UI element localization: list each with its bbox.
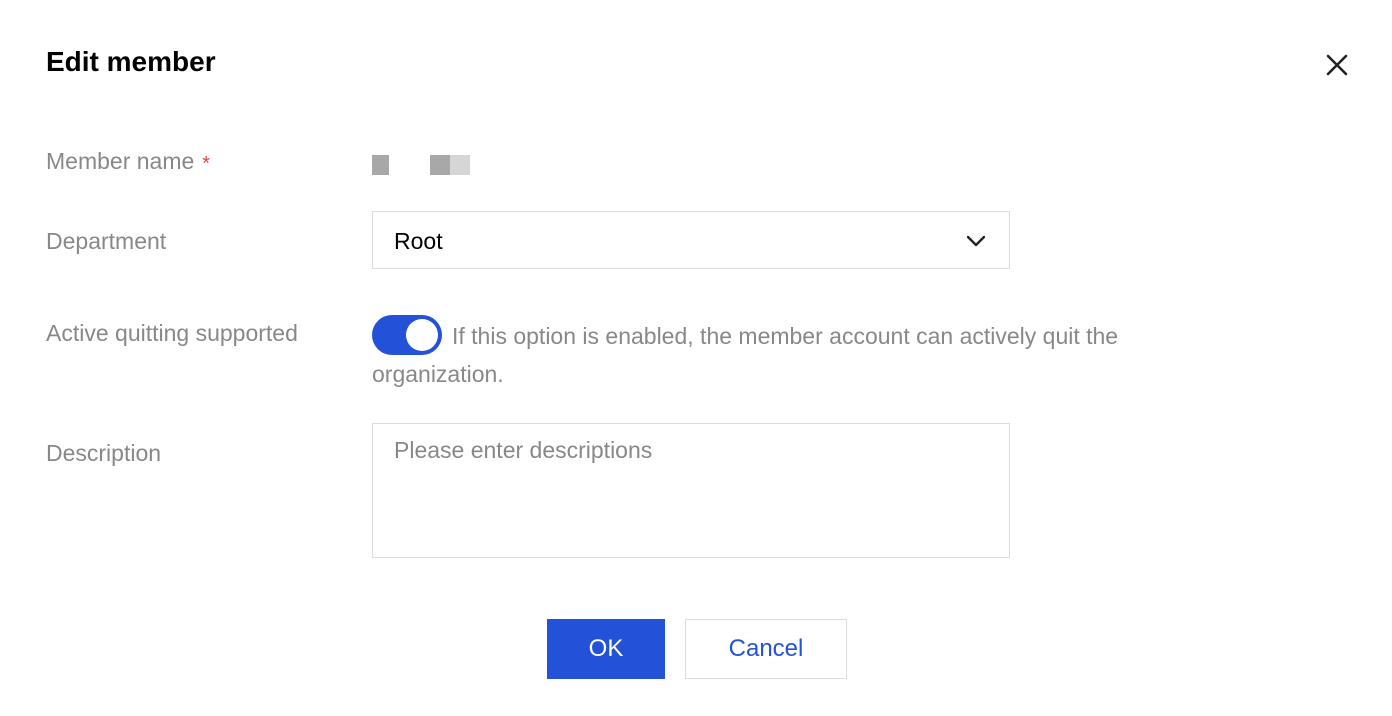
close-button[interactable] <box>1320 48 1354 82</box>
toggle-knob <box>406 319 438 351</box>
department-select[interactable]: Root <box>372 211 1010 269</box>
redaction-block <box>372 155 389 175</box>
required-mark: * <box>202 153 211 175</box>
redaction-block <box>450 155 470 175</box>
member-name-label-row: Member name * <box>46 146 210 178</box>
member-name-label: Member name <box>46 148 195 174</box>
description-textarea[interactable] <box>372 423 1010 558</box>
edit-member-dialog: Edit member Member name * Department Root… <box>0 0 1392 716</box>
member-name-value-redacted <box>372 155 472 175</box>
active-quitting-label: Active quitting supported <box>46 320 298 346</box>
department-label: Department <box>46 228 167 254</box>
active-quitting-description: If this option is enabled, the member ac… <box>372 323 1119 387</box>
cancel-button[interactable]: Cancel <box>685 619 847 679</box>
chevron-down-icon <box>966 235 986 247</box>
description-label: Description <box>46 440 162 466</box>
ok-button[interactable]: OK <box>547 619 665 679</box>
department-selected-value: Root <box>394 228 443 254</box>
redaction-block <box>430 155 450 175</box>
active-quitting-toggle[interactable] <box>372 315 442 355</box>
dialog-title: Edit member <box>46 46 216 77</box>
close-icon <box>1326 54 1348 76</box>
